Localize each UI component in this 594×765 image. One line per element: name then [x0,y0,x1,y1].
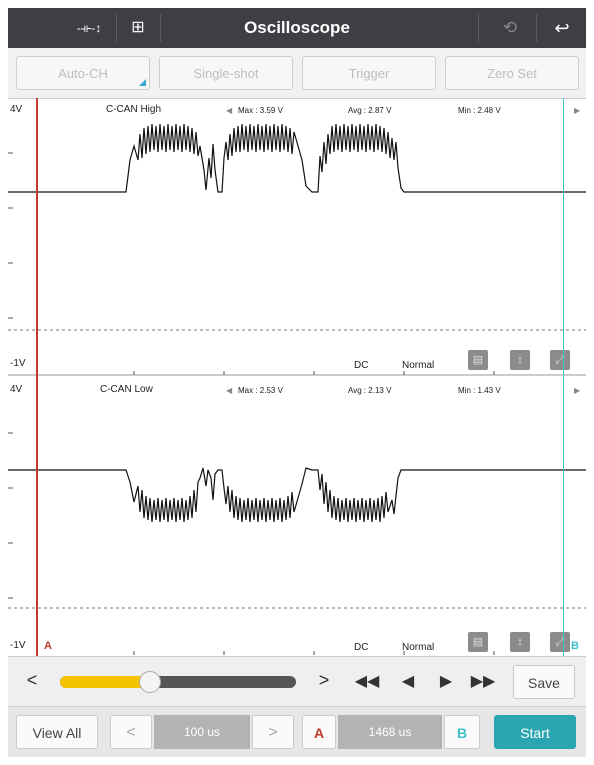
start-button[interactable]: Start [494,715,576,749]
view-all-button[interactable]: View All [16,715,98,749]
cursor-a-button[interactable]: A [302,715,336,749]
dropdown-corner-icon [139,79,146,86]
page-title: Oscilloscope [244,18,350,37]
cursor-b-line[interactable] [563,98,564,656]
chevron-left-icon[interactable]: ◀ [226,386,232,395]
channel-2-mode: Normal [402,642,435,653]
play-icon[interactable]: ▶ [434,671,458,691]
channel-1-min: Min : 2.48 V [458,106,501,115]
channel-1-settings-icon[interactable]: ▤ [468,350,488,370]
zero-set-button[interactable]: Zero Set [445,56,579,90]
slider-knob[interactable] [138,671,161,693]
channel-1-avg: Avg : 2.87 V [348,106,392,115]
fast-rewind-icon[interactable]: ◀◀ [352,671,382,691]
auto-ch-label: Auto-CH [58,66,108,81]
channel-1-coupling: DC [354,360,369,371]
channel-2-settings-icon[interactable]: ▤ [468,632,488,652]
channel-1-fullscreen-icon[interactable]: ⤢ [550,350,570,370]
channel-1-top-scale: 4V [10,104,23,115]
cursor-b-marker: B [571,640,579,652]
chevron-right-icon[interactable]: ▶ [574,106,580,115]
channel-1-scale-icon[interactable]: ↕ [510,350,530,370]
back-icon[interactable]: ↩ [542,8,582,48]
channel-2-avg: Avg : 2.13 V [348,386,392,395]
signal-icon[interactable]: -⟛-↕ [68,8,110,48]
channel-2-name: C-CAN Low [100,384,153,395]
slider-fill [60,676,150,688]
channel-2-top-scale: 4V [10,384,23,395]
divider [478,14,479,42]
save-button[interactable]: Save [513,665,575,699]
channel-2-bottom-scale: -1V [10,640,26,651]
time-slider[interactable] [60,676,296,688]
channel-2-min: Min : 1.43 V [458,386,501,395]
cursor-a-line[interactable] [36,98,38,656]
channel-1-waveform-area [8,98,586,376]
chevron-left-icon[interactable]: ◀ [226,106,232,115]
channel-1-bottom-scale: -1V [10,358,26,369]
divider [160,14,161,42]
timebase-decrease-button[interactable]: < [110,715,152,749]
channel-1-mode: Normal [402,360,435,371]
cursor-b-button[interactable]: B [444,715,480,749]
trigger-button[interactable]: Trigger [302,56,436,90]
navigation-bar: < > ◀◀ ◀ ▶ ▶▶ Save [8,656,586,707]
channel-1-trace [8,123,586,193]
chevron-right-icon[interactable]: ▶ [574,386,580,395]
top-bar: -⟛-↕ ⊞ Oscilloscope ⟲ ↩ [8,8,586,48]
channel-2-plot[interactable]: 4V -1V C-CAN Low ◀ Max : 2.53 V Avg : 2.… [8,378,586,656]
channel-2-trace [8,467,586,523]
oscilloscope-screen: -⟛-↕ ⊞ Oscilloscope ⟲ ↩ Auto-CH Single-s… [8,8,586,757]
single-shot-button[interactable]: Single-shot [159,56,293,90]
channel-2-fullscreen-icon[interactable]: ⤢ [550,632,570,652]
channel-2-scale-icon[interactable]: ↕ [510,632,530,652]
action-toolbar: Auto-CH Single-shot Trigger Zero Set [8,48,586,99]
step-back-icon[interactable]: ◀ [396,671,420,691]
cursor-delta-value: 1468 us [338,715,442,749]
auto-ch-button[interactable]: Auto-CH [16,56,150,90]
channel-1-max: Max : 3.59 V [238,106,283,115]
channel-1-name: C-CAN High [106,104,162,115]
control-bar: View All < 100 us > A 1468 us B Start [8,706,586,757]
divider [536,14,537,42]
divider [116,14,117,42]
channel-1-plot[interactable]: 4V -1V C-CAN High ◀ Max : 3.59 V Avg : 2… [8,98,586,376]
scroll-right-button[interactable]: > [314,670,334,691]
channel-2-coupling: DC [354,642,369,653]
timebase-value: 100 us [154,715,250,749]
refresh-icon[interactable]: ⟲ [490,8,530,48]
save-file-icon[interactable]: ⊞ [120,8,156,48]
fast-forward-icon[interactable]: ▶▶ [468,671,498,691]
scroll-left-button[interactable]: < [22,670,42,691]
cursor-a-marker: A [44,640,52,652]
channel-2-max: Max : 2.53 V [238,386,283,395]
channel-2-waveform-area [8,432,586,655]
timebase-increase-button[interactable]: > [252,715,294,749]
